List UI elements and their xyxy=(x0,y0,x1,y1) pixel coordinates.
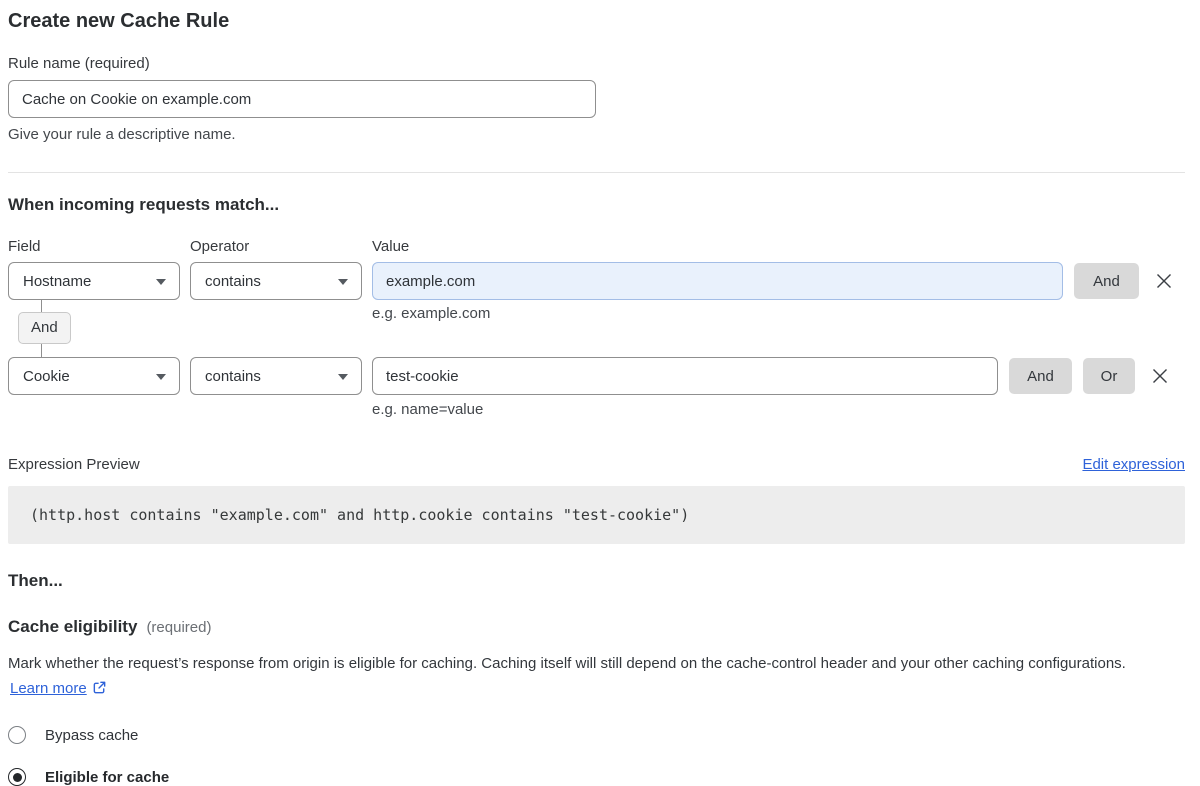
description-text: Mark whether the request’s response from… xyxy=(8,655,1126,672)
value-input-row2[interactable] xyxy=(372,357,998,395)
value-helper-row2: e.g. name=value xyxy=(372,401,1185,418)
chevron-down-icon xyxy=(338,279,348,285)
add-and-condition-button-row1[interactable]: And xyxy=(1074,263,1139,299)
close-icon xyxy=(1151,367,1169,385)
field-select-row2[interactable]: Cookie xyxy=(8,357,180,395)
field-select-row2-value: Cookie xyxy=(23,368,70,385)
add-or-condition-button-row2[interactable]: Or xyxy=(1083,358,1135,394)
cache-eligibility-title: Cache eligibility xyxy=(8,617,137,637)
radio-label: Eligible for cache xyxy=(45,769,169,786)
operator-select-row2-value: contains xyxy=(205,368,261,385)
page-title: Create new Cache Rule xyxy=(8,8,1185,34)
field-select-row1-value: Hostname xyxy=(23,273,91,290)
radio-label: Bypass cache xyxy=(45,727,138,744)
section-divider xyxy=(8,172,1185,173)
then-heading: Then... xyxy=(8,570,1185,592)
value-input-row1[interactable] xyxy=(372,262,1063,300)
operator-select-row1[interactable]: contains xyxy=(190,262,362,300)
radio-option-eligible-for-cache[interactable]: Eligible for cache xyxy=(8,768,1185,786)
remove-condition-button-row2[interactable] xyxy=(1147,358,1173,394)
cache-eligibility-description: Mark whether the request’s response from… xyxy=(8,651,1156,703)
external-link-icon xyxy=(92,678,107,703)
field-column-label: Field xyxy=(8,238,190,255)
rule-name-helper: Give your rule a descriptive name. xyxy=(8,126,1185,144)
learn-more-link[interactable]: Learn more xyxy=(10,680,87,697)
rule-name-input[interactable] xyxy=(8,80,596,118)
field-select-row1[interactable]: Hostname xyxy=(8,262,180,300)
required-note: (required) xyxy=(146,619,211,636)
chevron-down-icon xyxy=(156,374,166,380)
expression-preview-label: Expression Preview xyxy=(8,456,140,473)
connector-and-toggle[interactable]: And xyxy=(18,312,71,344)
value-helper-row1: e.g. example.com xyxy=(372,305,490,322)
add-and-condition-button-row2[interactable]: And xyxy=(1009,358,1072,394)
operator-column-label: Operator xyxy=(190,238,372,255)
operator-select-row1-value: contains xyxy=(205,273,261,290)
expression-preview-header: Expression Preview Edit expression xyxy=(8,456,1185,473)
chevron-down-icon xyxy=(338,374,348,380)
close-icon xyxy=(1155,272,1173,290)
cache-eligibility-header: Cache eligibility (required) xyxy=(8,617,1185,637)
value-column-label: Value xyxy=(372,238,409,255)
remove-condition-button-row1[interactable] xyxy=(1151,263,1177,299)
edit-expression-link[interactable]: Edit expression xyxy=(1082,456,1185,473)
match-columns-header: Field Operator Value xyxy=(8,238,1185,255)
rule-name-label: Rule name (required) xyxy=(8,55,1185,73)
match-row: Hostname contains And xyxy=(8,262,1185,300)
chevron-down-icon xyxy=(156,279,166,285)
operator-select-row2[interactable]: contains xyxy=(190,357,362,395)
match-heading: When incoming requests match... xyxy=(8,194,1185,216)
radio-unselected-icon[interactable] xyxy=(8,726,26,744)
radio-option-bypass-cache[interactable]: Bypass cache xyxy=(8,726,1185,744)
match-row: Cookie contains And Or xyxy=(8,357,1185,395)
radio-selected-icon[interactable] xyxy=(8,768,26,786)
create-cache-rule-page: Create new Cache Rule Rule name (require… xyxy=(0,0,1200,786)
expression-code-block: (http.host contains "example.com" and ht… xyxy=(8,486,1185,544)
condition-connector-zone: And e.g. example.com xyxy=(8,300,1185,357)
